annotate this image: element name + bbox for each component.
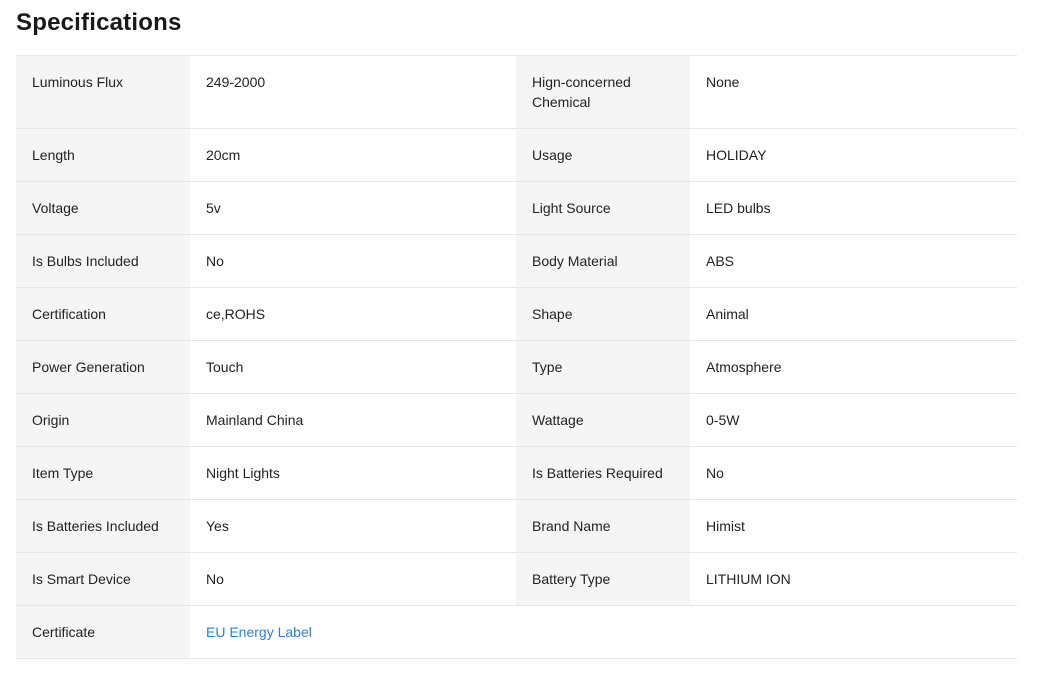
spec-key: Voltage bbox=[16, 182, 190, 234]
spec-value: 20cm bbox=[190, 129, 516, 181]
spec-value-cell: EU Energy Label bbox=[190, 606, 516, 658]
table-row: Power Generation Touch Type Atmosphere bbox=[16, 341, 1017, 394]
table-row: Length 20cm Usage HOLIDAY bbox=[16, 129, 1017, 182]
spec-value: No bbox=[190, 235, 516, 287]
table-row: Luminous Flux 249-2000 Hign-concerned Ch… bbox=[16, 56, 1017, 129]
spec-key: Certification bbox=[16, 288, 190, 340]
page-title: Specifications bbox=[16, 9, 182, 36]
spec-value: HOLIDAY bbox=[690, 129, 1017, 181]
specifications-table: Luminous Flux 249-2000 Hign-concerned Ch… bbox=[16, 55, 1017, 659]
spec-value: 0-5W bbox=[690, 394, 1017, 446]
spec-value: Touch bbox=[190, 341, 516, 393]
spec-value: LITHIUM ION bbox=[690, 553, 1017, 605]
table-row: Certification ce,ROHS Shape Animal bbox=[16, 288, 1017, 341]
spec-key: Length bbox=[16, 129, 190, 181]
spec-value: 249-2000 bbox=[190, 56, 516, 128]
spec-key: Is Batteries Required bbox=[516, 447, 690, 499]
spec-value: 5v bbox=[190, 182, 516, 234]
spec-key: Power Generation bbox=[16, 341, 190, 393]
spec-key: Is Bulbs Included bbox=[16, 235, 190, 287]
empty-cell bbox=[516, 606, 690, 658]
eu-energy-label-link[interactable]: EU Energy Label bbox=[206, 624, 312, 640]
table-row: Item Type Night Lights Is Batteries Requ… bbox=[16, 447, 1017, 500]
table-row: Is Bulbs Included No Body Material ABS bbox=[16, 235, 1017, 288]
spec-key: Item Type bbox=[16, 447, 190, 499]
spec-value: Yes bbox=[190, 500, 516, 552]
spec-value: Animal bbox=[690, 288, 1017, 340]
spec-value: No bbox=[190, 553, 516, 605]
spec-key: Type bbox=[516, 341, 690, 393]
spec-value: ce,ROHS bbox=[190, 288, 516, 340]
spec-value: ABS bbox=[690, 235, 1017, 287]
table-row: Voltage 5v Light Source LED bulbs bbox=[16, 182, 1017, 235]
spec-key: Shape bbox=[516, 288, 690, 340]
spec-value: Himist bbox=[690, 500, 1017, 552]
empty-cell bbox=[690, 606, 1017, 658]
spec-key: Hign-concerned Chemical bbox=[516, 56, 690, 128]
spec-value: LED bulbs bbox=[690, 182, 1017, 234]
spec-key: Certificate bbox=[16, 606, 190, 658]
spec-value: Mainland China bbox=[190, 394, 516, 446]
spec-key: Usage bbox=[516, 129, 690, 181]
spec-key: Light Source bbox=[516, 182, 690, 234]
table-row: Origin Mainland China Wattage 0-5W bbox=[16, 394, 1017, 447]
table-row: Is Smart Device No Battery Type LITHIUM … bbox=[16, 553, 1017, 606]
spec-key: Origin bbox=[16, 394, 190, 446]
spec-value: No bbox=[690, 447, 1017, 499]
spec-value: Atmosphere bbox=[690, 341, 1017, 393]
spec-key: Is Batteries Included bbox=[16, 500, 190, 552]
table-row: Certificate EU Energy Label bbox=[16, 606, 1017, 659]
spec-key: Wattage bbox=[516, 394, 690, 446]
table-row: Is Batteries Included Yes Brand Name Him… bbox=[16, 500, 1017, 553]
spec-value: None bbox=[690, 56, 1017, 128]
spec-key: Luminous Flux bbox=[16, 56, 190, 128]
spec-value: Night Lights bbox=[190, 447, 516, 499]
spec-key: Brand Name bbox=[516, 500, 690, 552]
spec-key: Is Smart Device bbox=[16, 553, 190, 605]
spec-key: Battery Type bbox=[516, 553, 690, 605]
spec-key: Body Material bbox=[516, 235, 690, 287]
